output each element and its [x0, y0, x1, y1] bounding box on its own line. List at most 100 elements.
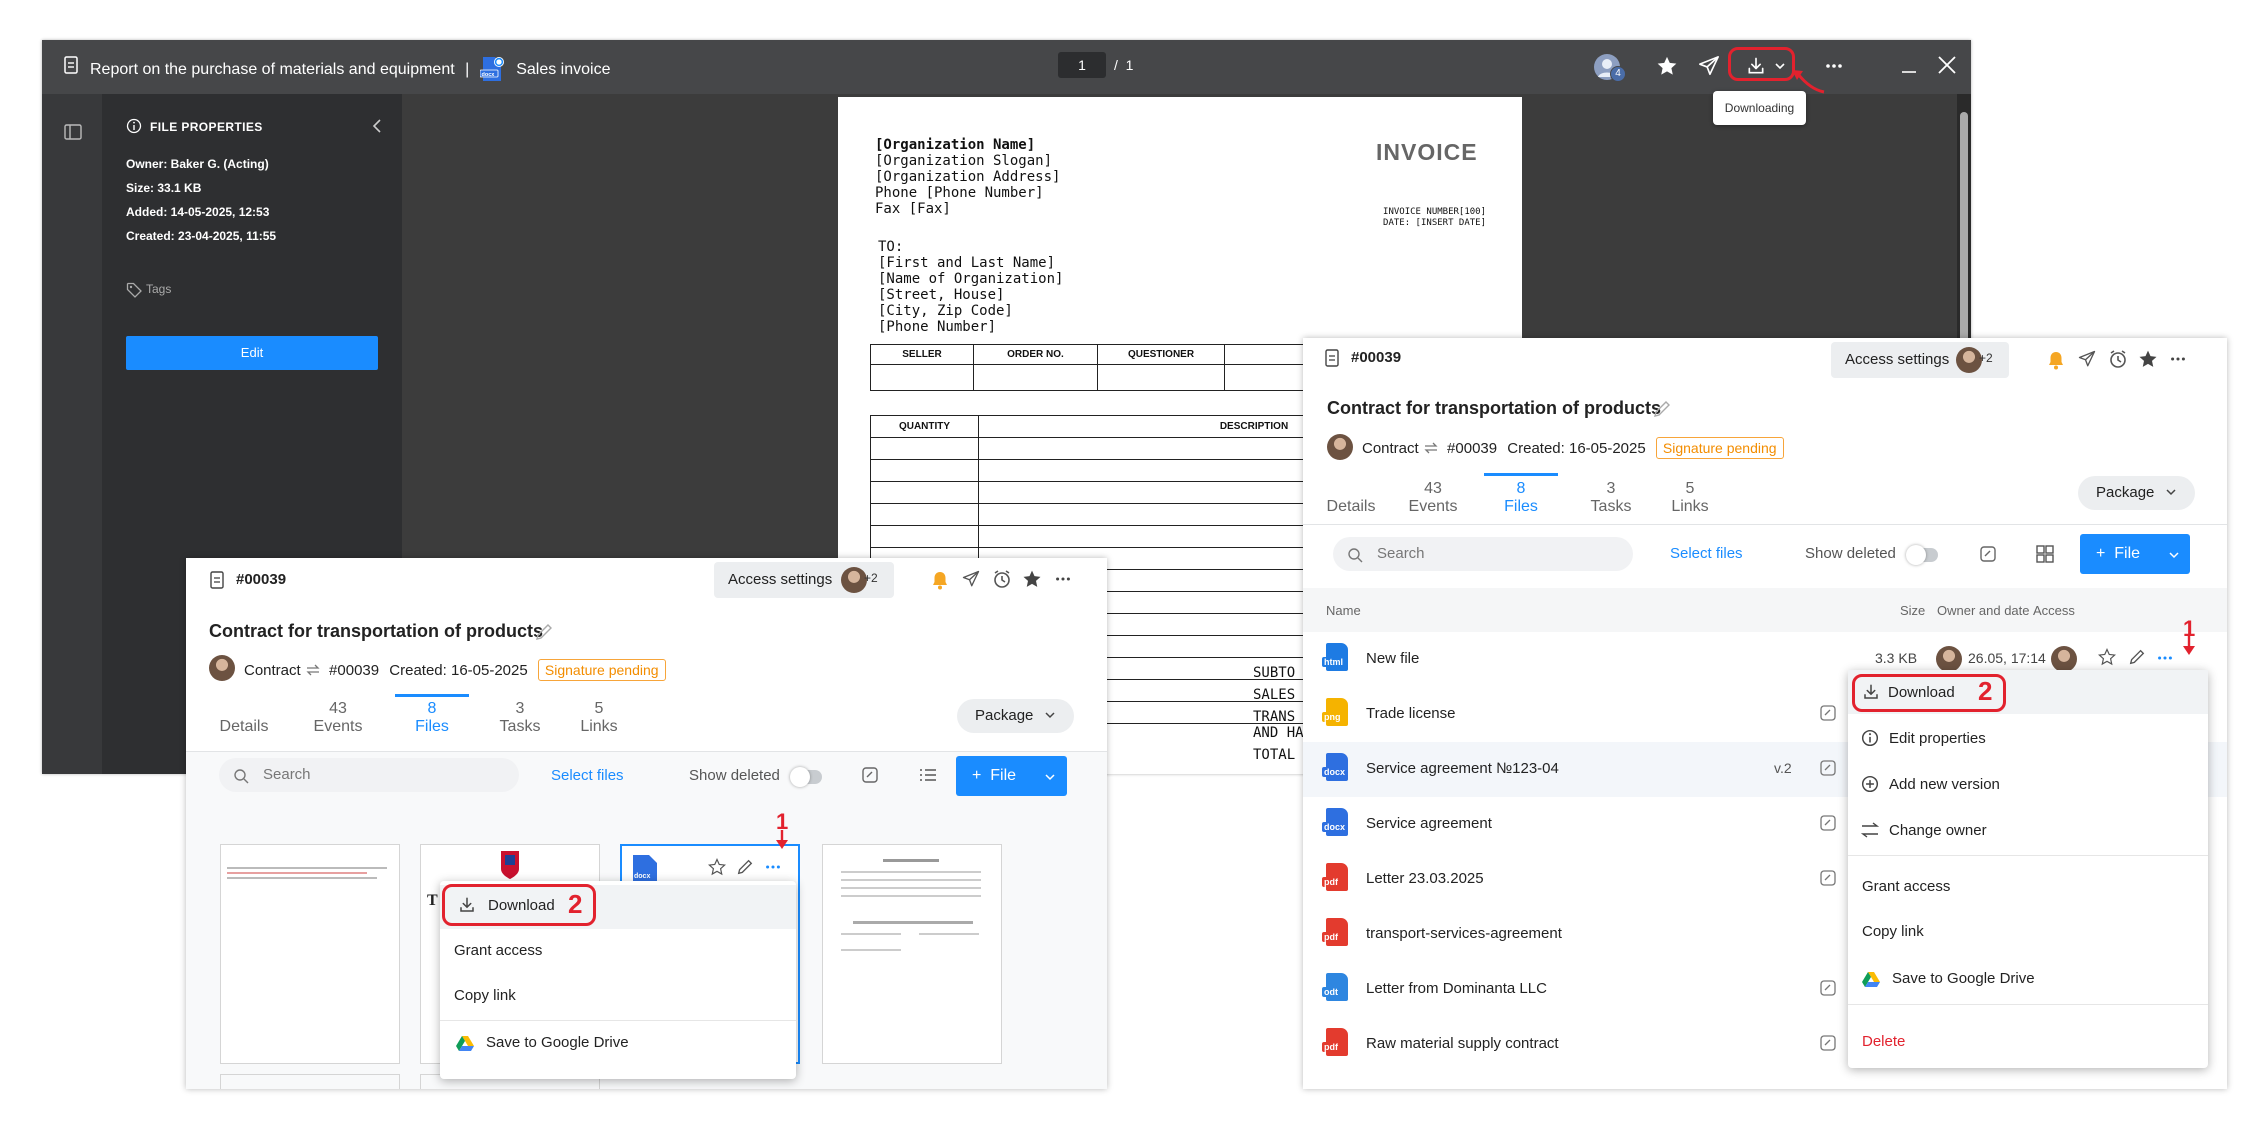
menu-item-add-new-version[interactable]: Add new version — [1848, 776, 2208, 793]
star-icon[interactable] — [2138, 349, 2158, 369]
viewer-toolbar: Report on the purchase of materials and … — [42, 40, 1971, 94]
red-arrow-icon — [2183, 636, 2195, 655]
edit-pencil-icon[interactable] — [1652, 399, 1672, 419]
more-icon[interactable] — [1054, 570, 1072, 588]
star-icon[interactable] — [2098, 648, 2116, 666]
png-file-icon: png — [1322, 698, 1348, 726]
list-view-icon[interactable] — [918, 765, 938, 785]
document-icon — [210, 571, 224, 589]
edit-pencil-icon[interactable] — [2128, 648, 2146, 666]
menu-item-change-owner[interactable]: Change owner — [1848, 822, 2208, 839]
red-arrow-icon — [776, 830, 788, 849]
add-file-button[interactable]: + File — [956, 756, 1067, 796]
show-deleted-toggle[interactable] — [790, 767, 822, 787]
tags-label[interactable]: Tags — [146, 282, 171, 296]
edit-pencil-icon[interactable] — [736, 858, 754, 876]
divider — [1848, 855, 2208, 856]
menu-item-edit-properties[interactable]: Edit properties — [1848, 730, 2208, 747]
menu-item-save-google-drive[interactable]: Save to Google Drive — [1848, 970, 2208, 987]
file-context-menu: Download Edit properties Add new version… — [1848, 670, 2208, 1068]
edit-pencil-icon[interactable] — [534, 622, 554, 642]
bell-icon[interactable] — [2047, 350, 2065, 370]
right-contract-card: #00039 Access settings +2 Contract for t… — [1303, 338, 2227, 1089]
menu-item-copy-link[interactable]: Copy link — [1848, 923, 2208, 940]
close-icon[interactable] — [1936, 54, 1958, 76]
send-icon[interactable] — [1698, 55, 1720, 77]
collapse-panel-icon[interactable] — [370, 118, 384, 134]
handling-label: AND HA — [1253, 725, 1304, 741]
attach-icon — [1818, 703, 1838, 723]
tab-links[interactable]: 5 Links — [569, 700, 629, 736]
tab-links[interactable]: 5 Links — [1660, 480, 1720, 516]
star-icon[interactable] — [708, 858, 726, 876]
participants-avatar[interactable]: 4 — [1594, 54, 1626, 82]
tab-details[interactable]: Details — [1321, 480, 1381, 516]
menu-item-grant-access[interactable]: Grant access — [1848, 878, 2208, 895]
tab-files[interactable]: 8 Files — [395, 700, 469, 736]
star-icon[interactable] — [1022, 569, 1042, 589]
edit-button[interactable]: Edit — [126, 336, 378, 370]
attach-icon[interactable] — [1978, 544, 1998, 564]
search-input[interactable]: Search — [219, 758, 519, 792]
more-icon[interactable] — [764, 860, 782, 874]
alarm-clock-icon[interactable] — [992, 569, 1012, 589]
tab-tasks[interactable]: 3 Tasks — [1581, 480, 1641, 516]
subtotal-label: SUBTO — [1253, 665, 1296, 681]
tab-events[interactable]: 43 Events — [1403, 480, 1463, 516]
alarm-clock-icon[interactable] — [2108, 349, 2128, 369]
chevron-down-icon — [2165, 488, 2177, 496]
attach-icon[interactable] — [860, 765, 880, 785]
divider — [1303, 524, 2227, 525]
tab-details[interactable]: Details — [214, 700, 274, 736]
file-thumbnail[interactable] — [220, 844, 400, 1064]
attach-icon — [1818, 813, 1838, 833]
file-thumbnail[interactable] — [220, 1074, 400, 1089]
record-id: #00039 — [236, 571, 287, 588]
send-icon[interactable] — [962, 570, 980, 588]
access-count: +2 — [1979, 351, 1993, 365]
panel-toggle-icon[interactable] — [64, 124, 82, 140]
organization-block: [Organization Name] [Organization Slogan… — [875, 137, 1061, 217]
tab-files[interactable]: 8 Files — [1484, 480, 1558, 516]
star-icon[interactable] — [1656, 55, 1678, 77]
more-icon[interactable] — [2169, 350, 2187, 368]
docx-file-icon: docx — [479, 56, 504, 81]
panel-heading: FILE PROPERTIES — [150, 120, 263, 134]
select-files-link[interactable]: Select files — [551, 767, 624, 784]
pdf-file-icon: pdf — [1322, 1028, 1348, 1056]
attach-icon — [1818, 758, 1838, 778]
more-icon[interactable] — [2156, 652, 2174, 664]
tab-events[interactable]: 43 Events — [308, 700, 368, 736]
grid-view-icon[interactable] — [2035, 544, 2055, 564]
chevron-down-icon — [1044, 757, 1056, 781]
download-highlight — [1728, 47, 1795, 81]
total-label: TOTAL — [1253, 747, 1296, 763]
tab-tasks[interactable]: 3 Tasks — [490, 700, 550, 736]
pdf-file-icon: pdf — [1322, 918, 1348, 946]
created-value: Created: 23-04-2025, 11:55 — [126, 229, 277, 243]
pdf-file-icon: pdf — [1322, 863, 1348, 891]
attach-icon — [1818, 1033, 1838, 1053]
menu-item-delete[interactable]: Delete — [1848, 1033, 2208, 1050]
search-input[interactable]: Search — [1333, 537, 1633, 571]
send-icon[interactable] — [2078, 350, 2096, 368]
minimize-icon[interactable] — [1900, 56, 1918, 76]
package-button[interactable]: Package — [2078, 476, 2195, 510]
page-number-input[interactable]: 1 — [1058, 52, 1106, 78]
package-button[interactable]: Package — [957, 699, 1074, 733]
menu-item-copy-link[interactable]: Copy link — [440, 987, 796, 1004]
info-icon — [126, 118, 142, 134]
menu-item-save-google-drive[interactable]: Save to Google Drive — [440, 1034, 796, 1051]
select-files-link[interactable]: Select files — [1670, 545, 1743, 562]
add-file-button[interactable]: + File — [2080, 534, 2190, 574]
show-deleted-toggle[interactable] — [1906, 545, 1938, 565]
access-count: +2 — [864, 571, 878, 585]
odt-file-icon: odt — [1322, 973, 1348, 1001]
menu-item-grant-access[interactable]: Grant access — [440, 942, 796, 959]
file-thumbnail[interactable] — [822, 844, 1002, 1064]
recipient-block: TO: [First and Last Name] [Name of Organ… — [878, 239, 1064, 335]
bell-icon[interactable] — [931, 570, 949, 590]
search-icon — [1347, 547, 1363, 563]
avatar — [1327, 434, 1353, 460]
divider — [440, 1020, 796, 1021]
